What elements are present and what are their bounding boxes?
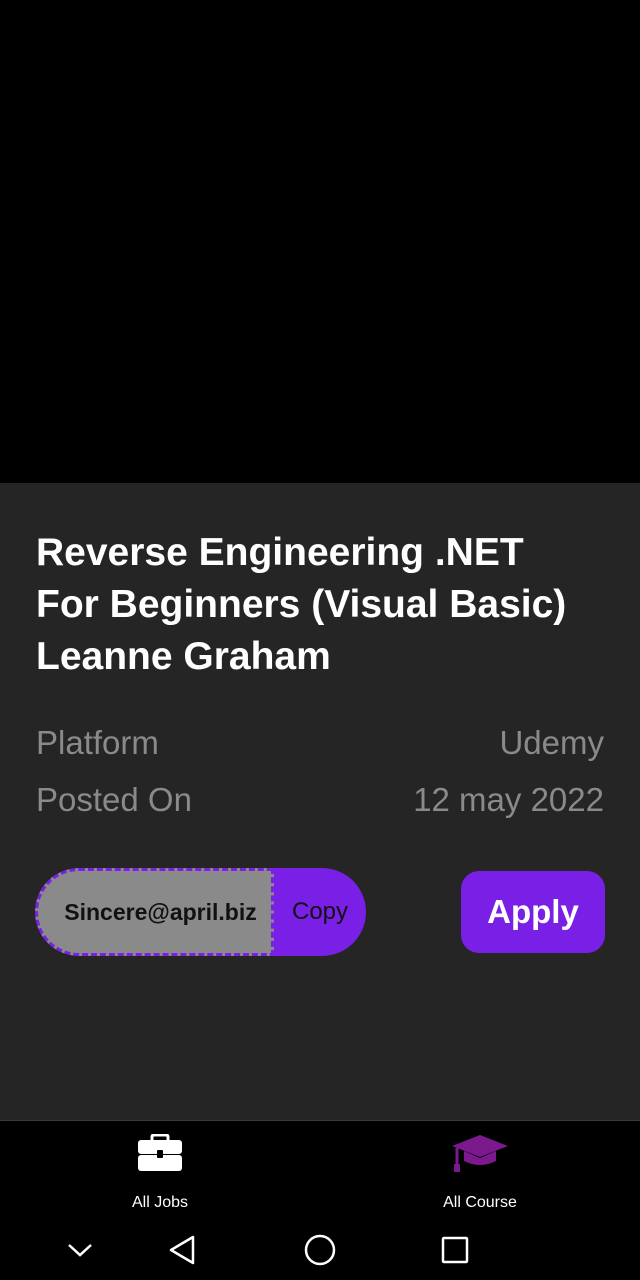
platform-row: Platform Udemy bbox=[36, 721, 604, 765]
nav-item-all-course[interactable]: All Course bbox=[320, 1121, 640, 1219]
apply-button[interactable]: Apply bbox=[461, 871, 605, 953]
coupon-code: Sincere@april.biz bbox=[35, 868, 274, 956]
empty-overlay-area[interactable] bbox=[0, 0, 640, 483]
platform-value: Udemy bbox=[499, 724, 604, 761]
copy-button[interactable]: Copy bbox=[274, 868, 366, 956]
course-title: Reverse Engineering .NET For Beginners (… bbox=[36, 527, 616, 683]
home-circle-icon[interactable] bbox=[296, 1226, 344, 1274]
course-title-line: Reverse Engineering .NET bbox=[36, 531, 524, 574]
nav-label-all-course: All Course bbox=[443, 1194, 517, 1211]
posted-on-label: Posted On bbox=[36, 781, 192, 818]
chevron-down-icon[interactable] bbox=[56, 1226, 104, 1274]
posted-on-row: Posted On 12 may 2022 bbox=[36, 778, 604, 822]
briefcase-icon bbox=[130, 1131, 190, 1175]
graduation-cap-icon bbox=[450, 1131, 510, 1175]
posted-on-value: 12 may 2022 bbox=[413, 781, 604, 818]
platform-label: Platform bbox=[36, 724, 159, 761]
bottom-navigation: All Jobs All Course bbox=[0, 1120, 640, 1218]
course-author: Leanne Graham bbox=[36, 635, 331, 678]
course-detail-sheet: Reverse Engineering .NET For Beginners (… bbox=[0, 483, 640, 1120]
system-navigation-bar bbox=[0, 1218, 640, 1280]
back-triangle-icon[interactable] bbox=[158, 1226, 206, 1274]
recents-square-icon[interactable] bbox=[431, 1226, 479, 1274]
screen: Reverse Engineering .NET For Beginners (… bbox=[0, 0, 640, 1280]
nav-item-all-jobs[interactable]: All Jobs bbox=[0, 1121, 320, 1219]
course-title-line: For Beginners (Visual Basic) bbox=[36, 583, 567, 626]
nav-label-all-jobs: All Jobs bbox=[131, 1194, 189, 1211]
coupon-code-box: Sincere@april.biz Copy bbox=[35, 868, 366, 956]
